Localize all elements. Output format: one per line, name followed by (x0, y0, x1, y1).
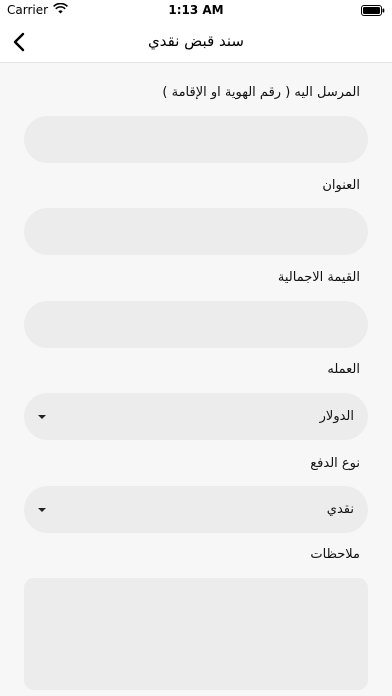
battery-icon (361, 5, 385, 16)
recipient-input[interactable] (24, 116, 368, 163)
recipient-label: المرسل اليه ( رقم الهوية او الإقامة ) (162, 85, 360, 100)
currency-label: العمله (327, 362, 360, 377)
address-label: العنوان (322, 178, 360, 193)
total-amount-label: القيمة الاجمالية (277, 270, 360, 285)
status-time: 1:13 AM (168, 3, 224, 17)
caret-down-icon (38, 507, 46, 512)
total-amount-input[interactable] (24, 301, 368, 348)
payment-type-value: نقدي (326, 502, 354, 517)
status-bar: Carrier 1:13 AM (0, 0, 392, 22)
currency-value: الدولار (319, 409, 354, 424)
navigation-bar: سند قبض نقدي (0, 22, 392, 63)
notes-label: ملاحظات (310, 547, 360, 562)
caret-down-icon (38, 414, 46, 419)
page-title: سند قبض نقدي (148, 32, 244, 50)
currency-select[interactable]: الدولار (24, 393, 368, 440)
payment-type-label: نوع الدفع (310, 456, 360, 471)
address-input[interactable] (24, 208, 368, 255)
notes-textarea[interactable] (24, 578, 368, 690)
payment-type-select[interactable]: نقدي (24, 486, 368, 533)
